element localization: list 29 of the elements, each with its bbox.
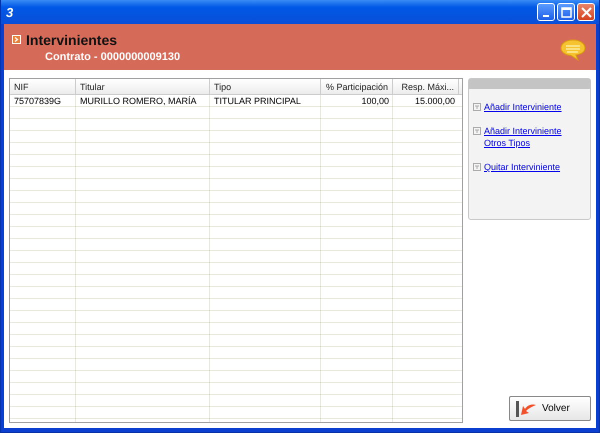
bullet-icon (12, 35, 21, 44)
maximize-button[interactable] (557, 3, 575, 21)
action-link[interactable]: Añadir Interviniente (484, 101, 572, 113)
column-header[interactable]: Resp. Máxi... (393, 79, 459, 94)
action-link[interactable]: Quitar Interviniente (484, 161, 572, 173)
action-icon (473, 127, 481, 135)
maximize-icon (560, 6, 572, 18)
minimize-button[interactable] (537, 3, 555, 21)
table-cell-text: 75707839G (13, 95, 62, 107)
back-arrow-icon (516, 400, 538, 416)
table-cell-text: 15.000,00 (414, 95, 456, 107)
column-header[interactable]: NIF (10, 79, 76, 94)
contract-number: Contrato - 0000000009130 (45, 50, 180, 62)
page-title: Intervinientes (26, 32, 118, 48)
app-logo: 3 (6, 4, 14, 20)
minimize-icon (543, 14, 549, 16)
action-icon (473, 103, 481, 111)
column-header[interactable]: Titular (76, 79, 210, 94)
table-cell-text: MURILLO ROMERO, MARÍA (79, 95, 198, 107)
column-header[interactable]: Tipo (210, 79, 321, 94)
back-button[interactable]: Volver (509, 396, 591, 421)
table-cell-text: TITULAR PRINCIPAL (213, 95, 302, 107)
chat-bubble-icon[interactable] (560, 39, 586, 61)
table-cell-text: 100,00 (360, 95, 390, 107)
column-header[interactable]: % Participación (321, 79, 393, 94)
close-icon (580, 6, 592, 18)
action-link[interactable]: Añadir Interviniente Otros Tipos (484, 125, 572, 149)
action-icon (473, 163, 481, 171)
close-button[interactable] (577, 3, 595, 21)
